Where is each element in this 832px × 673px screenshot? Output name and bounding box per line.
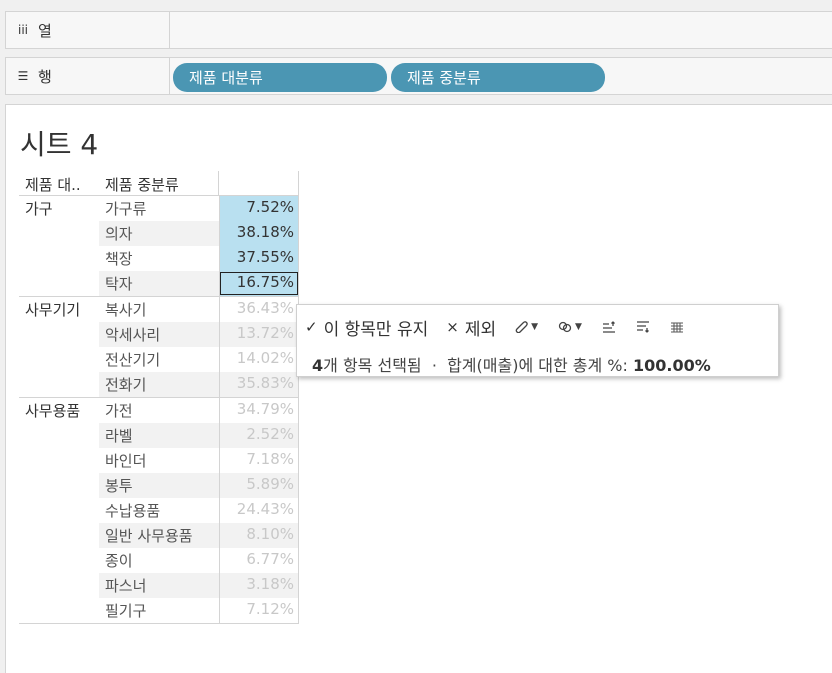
table-row: 일반 사무용품 8.10%	[99, 523, 299, 548]
table-row: 전화기 35.83%	[99, 372, 299, 397]
subcategory-label[interactable]: 봉투	[105, 475, 133, 496]
table-row: 파스너 3.18%	[99, 573, 299, 598]
selected-count-suffix: 개 항목 선택됨	[323, 356, 422, 375]
subcategory-label[interactable]: 종이	[105, 550, 133, 571]
table-row: 전산기기 14.02%	[99, 347, 299, 372]
columns-label: 열	[38, 21, 52, 40]
keep-only-button[interactable]: ✓ 이 항목만 유지	[305, 315, 428, 340]
subcategory-label[interactable]: 일반 사무용품	[105, 525, 193, 546]
selected-count: 4	[312, 356, 324, 375]
category-label[interactable]: 사무용품	[25, 400, 80, 421]
value-cell[interactable]: 7.18%	[219, 448, 299, 473]
sheet-title[interactable]: 시트 4	[20, 123, 98, 163]
value-cell[interactable]: 5.89%	[219, 473, 299, 498]
crosstab-header: 제품 대.. 제품 중분류	[19, 171, 299, 196]
tooltip-actions: ✓ 이 항목만 유지 × 제외 ▼ ▼	[305, 315, 770, 340]
value-cell[interactable]: 8.10%	[219, 523, 299, 548]
keep-only-label: 이 항목만 유지	[323, 319, 429, 340]
subcategory-label[interactable]: 라벨	[105, 425, 133, 446]
summary-separator: ·	[431, 356, 437, 375]
table-row: 악세사리 13.72%	[99, 322, 299, 347]
columns-shelf[interactable]: iii 열	[5, 11, 832, 49]
columns-icon: iii	[17, 23, 28, 37]
value-cell[interactable]: 16.75%	[219, 271, 299, 296]
table-row: 의자 38.18%	[99, 221, 299, 246]
subcategory-label[interactable]: 전화기	[105, 374, 146, 395]
value-cell[interactable]: 34.79%	[219, 398, 299, 423]
row-group: 사무용품 가전 34.79% 라벨 2.52% 바인더 7.18% 봉투 5.89% 수납용품 24…	[19, 398, 299, 624]
group-icon[interactable]: ▼	[558, 321, 582, 333]
subcategory-label[interactable]: 가전	[105, 400, 133, 421]
x-icon: ×	[446, 318, 459, 336]
view-data-icon[interactable]	[670, 322, 684, 333]
value-cell[interactable]: 35.83%	[219, 372, 299, 397]
subcategory-label[interactable]: 책장	[105, 248, 133, 269]
subcategory-label[interactable]: 필기구	[105, 600, 146, 621]
subcategory-label[interactable]: 복사기	[105, 299, 146, 320]
crosstab: 제품 대.. 제품 중분류 가구 가구류 7.52% 의자 38.18% 책장 37.55%…	[19, 171, 299, 624]
value-cell[interactable]: 7.52%	[219, 196, 299, 221]
pill-category[interactable]: 제품 대분류	[173, 63, 387, 92]
exclude-button[interactable]: × 제외	[446, 315, 496, 340]
table-row: 탁자 16.75%	[99, 271, 299, 296]
row-group: 가구 가구류 7.52% 의자 38.18% 책장 37.55% 탁자 16.75%	[19, 196, 299, 297]
check-icon: ✓	[305, 318, 318, 336]
header-divider	[218, 171, 219, 196]
rows-label: 행	[38, 67, 52, 86]
selection-tooltip: ✓ 이 항목만 유지 × 제외 ▼ ▼ 4개 항목 선택됨 · 합계(매출)에 …	[296, 304, 779, 377]
sort-ascending-icon[interactable]	[602, 321, 616, 333]
subcategory-label[interactable]: 가구류	[105, 198, 146, 219]
rows-shelf[interactable]: ☰ 행 제품 대분류 제품 중분류	[5, 57, 832, 95]
crosstab-body: 가구 가구류 7.52% 의자 38.18% 책장 37.55% 탁자 16.75% 사무기기 복사…	[19, 196, 299, 624]
subcategory-label[interactable]: 파스너	[105, 575, 146, 596]
table-row: 봉투 5.89%	[99, 473, 299, 498]
category-label[interactable]: 사무기기	[25, 299, 80, 320]
summary-measure: 합계(매출)에 대한 총계 %:	[447, 356, 628, 375]
value-cell[interactable]: 7.12%	[219, 598, 299, 623]
table-row: 종이 6.77%	[99, 548, 299, 573]
table-row: 바인더 7.18%	[99, 448, 299, 473]
subcategory-label[interactable]: 악세사리	[105, 324, 160, 345]
row-group: 사무기기 복사기 36.43% 악세사리 13.72% 전산기기 14.02% 전화기 35.8…	[19, 297, 299, 398]
exclude-label: 제외	[464, 319, 497, 340]
table-row: 필기구 7.12%	[99, 598, 299, 623]
rows-icon: ☰	[17, 69, 29, 83]
subcategory-label[interactable]: 탁자	[105, 273, 133, 294]
tooltip-summary: 4개 항목 선택됨 · 합계(매출)에 대한 총계 %: 100.00%	[312, 352, 711, 376]
value-cell[interactable]: 37.55%	[219, 246, 299, 271]
value-cell[interactable]: 3.18%	[219, 573, 299, 598]
table-row: 책장 37.55%	[99, 246, 299, 271]
pill-subcategory[interactable]: 제품 중분류	[391, 63, 605, 92]
subcategory-label[interactable]: 전산기기	[105, 349, 160, 370]
table-row: 가구류 7.52%	[99, 196, 299, 221]
summary-total: 100.00%	[633, 356, 711, 375]
category-label[interactable]: 가구	[25, 198, 53, 219]
subcategory-label[interactable]: 의자	[105, 223, 133, 244]
subcategory-label[interactable]: 수납용품	[105, 500, 160, 521]
table-row: 수납용품 24.43%	[99, 498, 299, 523]
sort-descending-icon[interactable]	[636, 321, 650, 333]
header-subcategory[interactable]: 제품 중분류	[105, 174, 179, 195]
sheet-canvas: 시트 4 제품 대.. 제품 중분류 가구 가구류 7.52% 의자 38.18% 책장 3…	[5, 104, 832, 673]
value-cell[interactable]: 24.43%	[219, 498, 299, 523]
table-row: 복사기 36.43%	[99, 297, 299, 322]
value-cell[interactable]: 6.77%	[219, 548, 299, 573]
value-cell[interactable]: 36.43%	[219, 297, 299, 322]
header-category[interactable]: 제품 대..	[25, 174, 105, 195]
rows-shelf-label: ☰ 행	[6, 58, 170, 94]
clip-icon[interactable]: ▼	[514, 321, 538, 333]
table-row: 라벨 2.52%	[99, 423, 299, 448]
subcategory-label[interactable]: 바인더	[105, 450, 146, 471]
value-cell[interactable]: 2.52%	[219, 423, 299, 448]
header-divider-right	[298, 171, 299, 196]
value-cell[interactable]: 38.18%	[219, 221, 299, 246]
value-cell[interactable]: 13.72%	[219, 322, 299, 347]
columns-shelf-label: iii 열	[6, 12, 170, 48]
table-row: 가전 34.79%	[99, 398, 299, 423]
value-cell[interactable]: 14.02%	[219, 347, 299, 372]
